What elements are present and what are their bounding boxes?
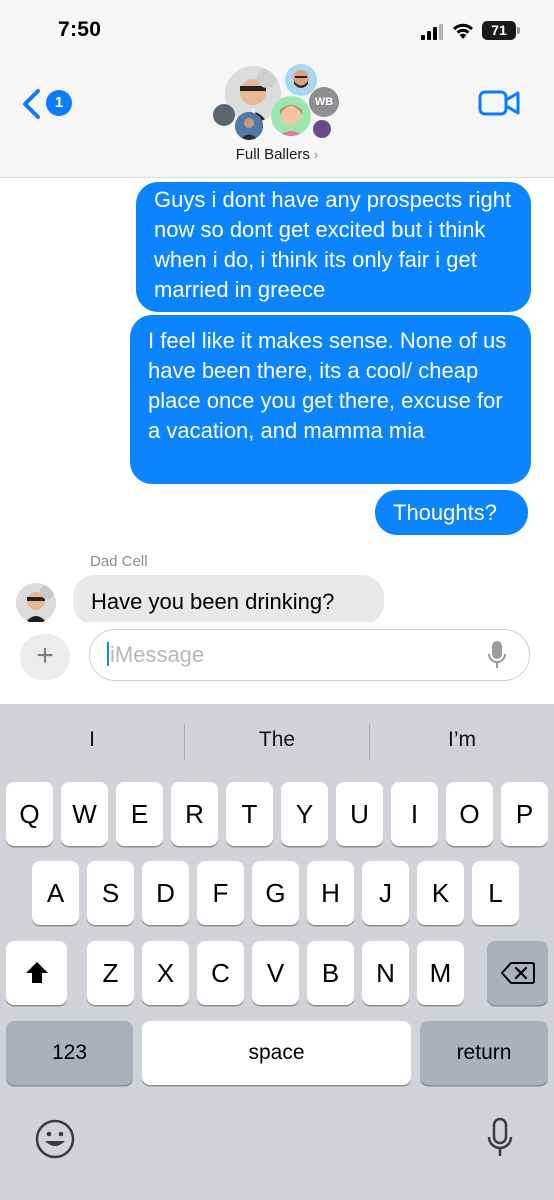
sender-name: Dad Cell — [90, 553, 148, 570]
key-k[interactable]: K — [417, 861, 464, 925]
avatar — [235, 112, 263, 140]
outgoing-message-bubble[interactable]: I feel like it makes sense. None of us h… — [130, 315, 531, 484]
key-e[interactable]: E — [116, 782, 163, 846]
key-m[interactable]: M — [417, 941, 464, 1005]
key-p[interactable]: P — [501, 782, 548, 846]
status-time: 7:50 — [58, 18, 102, 41]
key-h[interactable]: H — [307, 861, 354, 925]
key-y[interactable]: Y — [281, 782, 328, 846]
video-call-icon[interactable] — [478, 88, 520, 118]
key-d[interactable]: D — [142, 861, 189, 925]
key-o[interactable]: O — [446, 782, 493, 846]
delete-key[interactable] — [487, 941, 548, 1005]
key-w[interactable]: W — [61, 782, 108, 846]
prediction-suggestion[interactable]: I’m — [370, 728, 554, 758]
prediction-suggestion[interactable]: The — [185, 728, 369, 758]
key-c[interactable]: C — [197, 941, 244, 1005]
key-r[interactable]: R — [171, 782, 218, 846]
shift-arrow-icon — [25, 962, 48, 983]
avatar-initials: WB — [309, 87, 339, 117]
message-thread[interactable]: Guys i dont have any prospects right now… — [0, 179, 554, 622]
battery-indicator: 71 — [482, 21, 516, 40]
predictive-text-bar: I The I’m — [0, 704, 554, 778]
cellular-signal-icon — [421, 24, 443, 40]
message-composer: + — [0, 622, 554, 704]
group-name-title[interactable]: Full Ballers › — [0, 146, 554, 163]
avatar — [213, 104, 235, 126]
shift-key[interactable] — [6, 941, 67, 1005]
memoji-avatar-icon — [16, 583, 56, 622]
key-n[interactable]: N — [362, 941, 409, 1005]
photo-avatar-icon — [235, 112, 263, 140]
key-b[interactable]: B — [307, 941, 354, 1005]
key-a[interactable]: A — [32, 861, 79, 925]
prediction-suggestion[interactable]: I — [0, 728, 184, 758]
key-x[interactable]: X — [142, 941, 189, 1005]
space-key[interactable]: space — [142, 1021, 411, 1085]
text-caret — [107, 642, 109, 666]
outgoing-message-bubble[interactable]: Thoughts? — [375, 490, 528, 535]
avatar — [271, 96, 311, 136]
incoming-message-bubble[interactable]: Have you been drinking? — [73, 575, 384, 622]
chevron-left-icon — [23, 89, 40, 119]
battery-cap — [517, 27, 520, 34]
conversation-header: 1 WB Full Ballers › — [0, 60, 554, 178]
key-t[interactable]: T — [226, 782, 273, 846]
backspace-icon — [500, 962, 535, 984]
key-u[interactable]: U — [336, 782, 383, 846]
status-bar: 7:50 71 — [0, 0, 554, 60]
emoji-icon[interactable] — [34, 1118, 76, 1160]
apps-plus-button[interactable]: + — [20, 634, 70, 680]
dictation-mic-icon[interactable] — [487, 639, 507, 671]
unread-count-badge: 1 — [46, 90, 72, 116]
return-key[interactable]: return — [420, 1021, 548, 1085]
group-name-label: Full Ballers — [235, 146, 310, 163]
numbers-key[interactable]: 123 — [6, 1021, 133, 1085]
key-g[interactable]: G — [252, 861, 299, 925]
message-input-placeholder: iMessage — [110, 642, 205, 667]
key-l[interactable]: L — [472, 861, 519, 925]
keyboard: I The I’m Q W E R T Y U I O P A S D F G … — [0, 704, 554, 1200]
key-j[interactable]: J — [362, 861, 409, 925]
wifi-icon — [453, 23, 473, 39]
memoji-avatar-icon — [279, 105, 303, 136]
key-q[interactable]: Q — [6, 782, 53, 846]
group-avatar-cluster[interactable]: WB — [205, 60, 345, 144]
back-button[interactable]: 1 — [20, 84, 80, 124]
chevron-right-icon: › — [313, 147, 319, 162]
key-z[interactable]: Z — [87, 941, 134, 1005]
avatar — [313, 120, 331, 138]
dictation-mic-icon[interactable] — [486, 1116, 514, 1162]
key-v[interactable]: V — [252, 941, 299, 1005]
key-s[interactable]: S — [87, 861, 134, 925]
key-i[interactable]: I — [391, 782, 438, 846]
key-f[interactable]: F — [197, 861, 244, 925]
outgoing-message-bubble[interactable]: Guys i dont have any prospects right now… — [136, 182, 531, 312]
sender-avatar[interactable] — [16, 583, 56, 622]
